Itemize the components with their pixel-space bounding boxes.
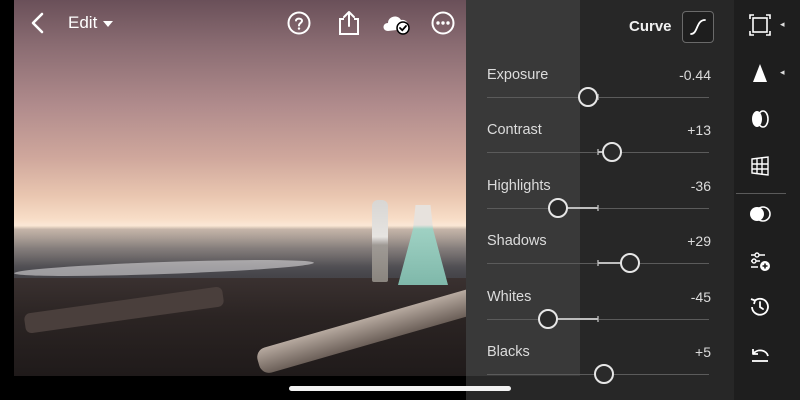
share-icon[interactable] — [337, 10, 361, 36]
slider-value: +5 — [695, 344, 711, 360]
slider-blacks[interactable]: Blacks +5 — [487, 344, 711, 394]
slider-thumb[interactable] — [602, 142, 623, 162]
slider-label: Blacks — [487, 344, 530, 360]
selective-expand-icon[interactable]: ◂ — [780, 67, 786, 78]
photo-canvas[interactable] — [14, 0, 466, 376]
slider-thumb[interactable] — [620, 253, 641, 273]
slider-value: +29 — [687, 233, 711, 249]
slider-thumb[interactable] — [538, 309, 559, 329]
curve-button[interactable] — [682, 11, 714, 43]
history-icon[interactable] — [747, 294, 773, 320]
help-icon[interactable] — [287, 11, 311, 35]
slider-highlights[interactable]: Highlights -36 — [487, 178, 711, 228]
top-bar: Edit — [0, 0, 466, 46]
chevron-down-icon — [103, 21, 114, 27]
slider-value: -36 — [690, 178, 711, 194]
slider-label: Contrast — [487, 122, 542, 138]
slider-thumb[interactable] — [578, 87, 599, 107]
cloud-synced-icon[interactable] — [380, 11, 412, 35]
crop-icon[interactable] — [747, 12, 773, 38]
slider-exposure[interactable]: Exposure -0.44 — [487, 67, 711, 117]
more-icon[interactable] — [431, 11, 455, 35]
healing-icon[interactable] — [747, 106, 773, 132]
slider-whites[interactable]: Whites -45 — [487, 289, 711, 339]
home-indicator — [289, 386, 511, 391]
slider-shadows[interactable]: Shadows +29 — [487, 233, 711, 283]
tool-divider — [736, 193, 786, 194]
geometry-icon[interactable] — [747, 153, 773, 179]
slider-label: Exposure — [487, 67, 549, 83]
slider-label: Whites — [487, 289, 532, 305]
slider-contrast[interactable]: Contrast +13 — [487, 122, 711, 172]
slider-value: +13 — [687, 122, 711, 138]
person-man — [372, 200, 388, 282]
selective-icon[interactable] — [747, 60, 773, 86]
slider-label: Highlights — [487, 178, 551, 194]
edit-label: Edit — [68, 13, 98, 32]
crop-expand-icon[interactable]: ◂ — [780, 19, 786, 30]
light-icon[interactable] — [747, 201, 773, 227]
slider-value: -0.44 — [679, 67, 711, 83]
presets-icon[interactable] — [747, 248, 773, 274]
undo-icon[interactable] — [747, 341, 773, 367]
panel-title: Curve — [629, 18, 672, 35]
slider-thumb[interactable] — [593, 364, 614, 384]
slider-value: -45 — [690, 289, 711, 305]
chevron-left-icon[interactable] — [26, 10, 48, 36]
curve-icon — [690, 19, 706, 35]
slider-thumb[interactable] — [548, 198, 569, 218]
slider-label: Shadows — [487, 233, 547, 249]
edit-menu[interactable]: Edit — [68, 13, 114, 33]
